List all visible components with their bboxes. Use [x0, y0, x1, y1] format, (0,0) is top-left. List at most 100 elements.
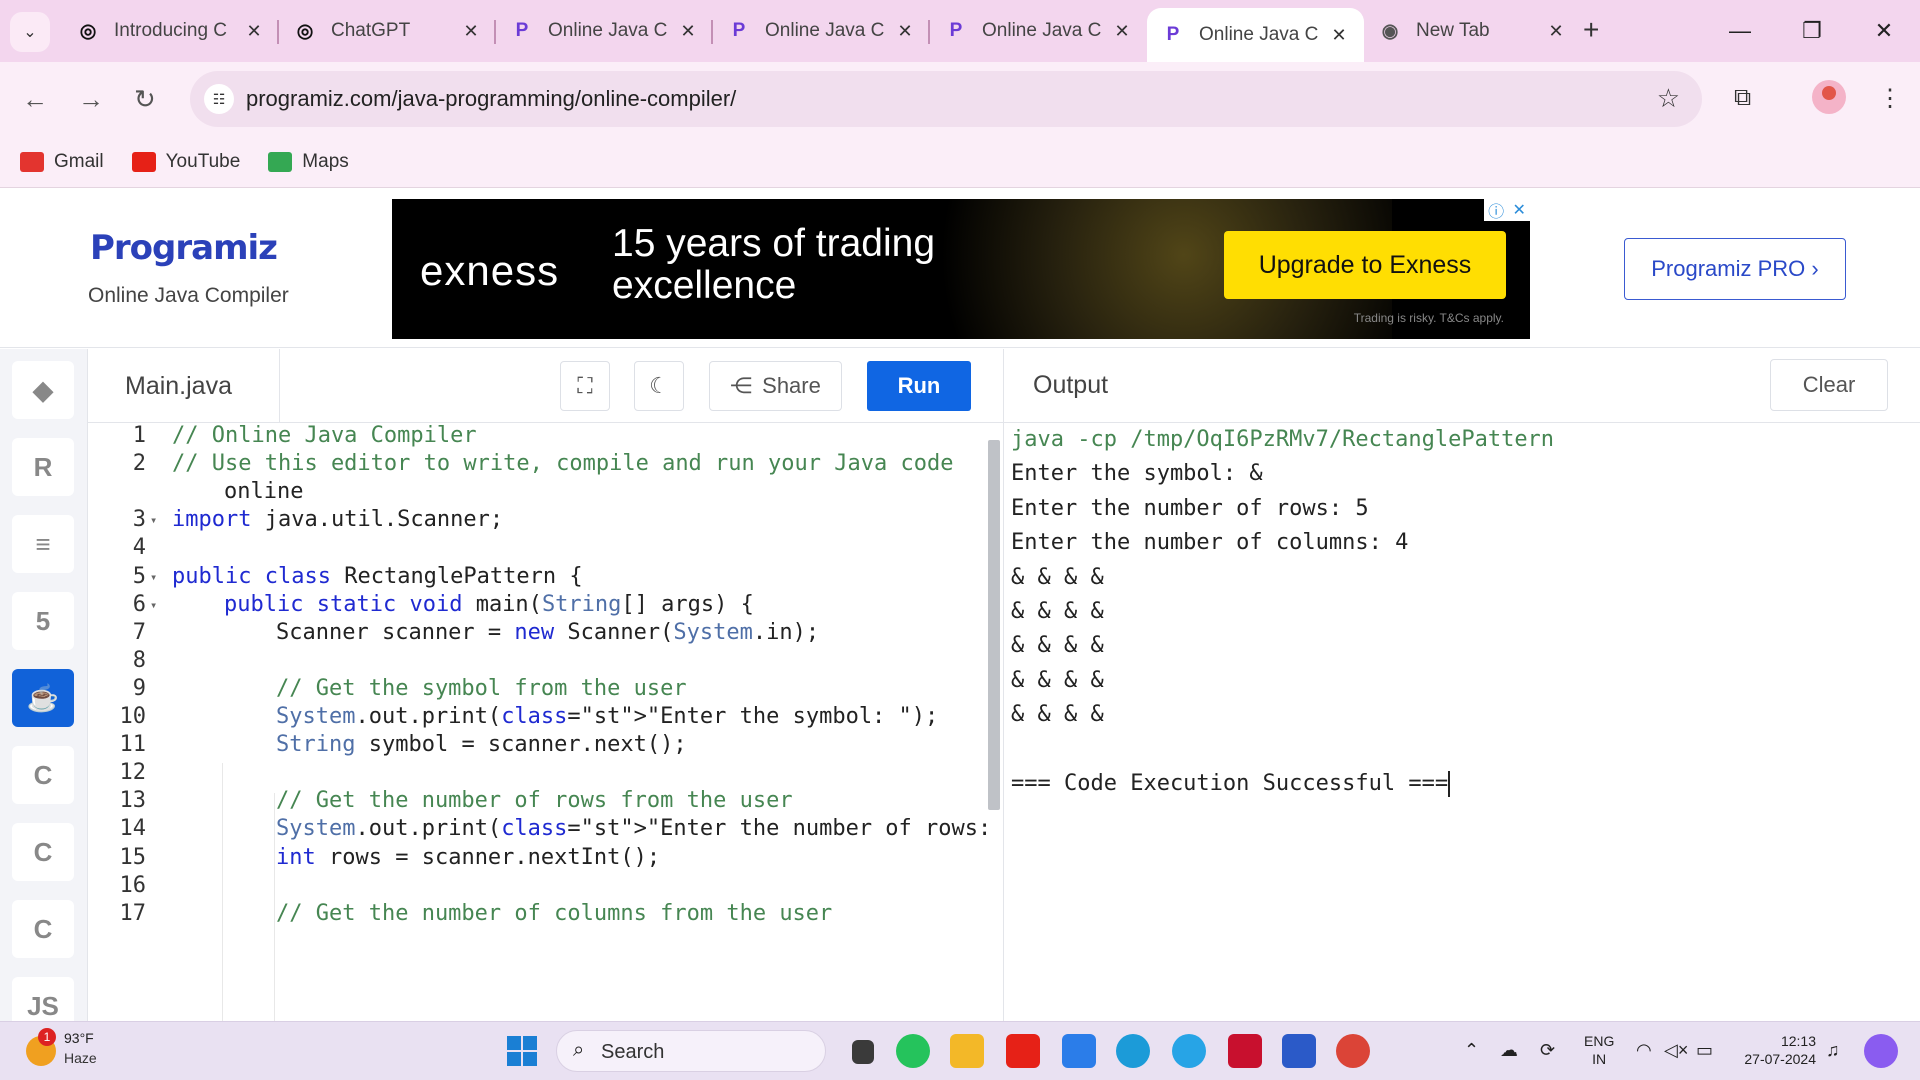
battery-icon[interactable]: ▭ — [1696, 1040, 1713, 1061]
menu-icon[interactable]: ⋮ — [1878, 84, 1902, 113]
sidebar-item-java[interactable]: ☕ — [12, 669, 74, 727]
store-icon[interactable] — [1282, 1034, 1316, 1068]
programiz-pro-button[interactable]: Programiz PRO › — [1624, 238, 1846, 300]
sidebar-item-python[interactable]: ◆ — [12, 361, 74, 419]
youtube-icon — [131, 151, 156, 172]
weather-description[interactable]: Haze — [64, 1050, 97, 1066]
mylio-icon[interactable] — [1062, 1034, 1096, 1068]
minimize-button[interactable]: — — [1704, 0, 1776, 62]
line-number: 10 — [119, 704, 147, 729]
close-icon[interactable]: ✕ — [1111, 21, 1133, 42]
weather-temperature[interactable]: 93°F — [64, 1030, 94, 1046]
output-console[interactable]: java -cp /tmp/OqI6PzRMv7/RectanglePatter… — [1003, 423, 1920, 1021]
new-tab-button[interactable]: + — [1583, 14, 1599, 46]
close-icon[interactable]: ✕ — [1545, 21, 1567, 42]
extensions-icon[interactable]: ⧉ — [1734, 84, 1751, 112]
fold-arrow-icon[interactable]: ▾ — [150, 513, 157, 527]
ad-cta-button[interactable]: Upgrade to Exness — [1224, 231, 1506, 299]
close-icon[interactable]: ✕ — [1328, 25, 1350, 46]
clock-time: 12:13 — [1780, 1033, 1816, 1049]
chrome-app-icon[interactable] — [1336, 1034, 1370, 1068]
code-text: Scanner scanner = new Scanner(System.in)… — [276, 619, 820, 645]
programiz-logo[interactable]: Programiz — [90, 228, 278, 268]
sidebar-item-c[interactable]: C — [12, 746, 74, 804]
whatsapp-icon[interactable] — [896, 1034, 930, 1068]
bookmark-star-icon[interactable]: ☆ — [1657, 83, 1680, 114]
share-label: Share — [762, 373, 821, 398]
tab-4[interactable]: P Online Java C ✕ — [713, 0, 930, 62]
sync-icon[interactable]: ⟳ — [1540, 1040, 1555, 1061]
reload-button[interactable]: ↻ — [134, 84, 156, 115]
fullscreen-button[interactable]: ⛶ — [560, 361, 610, 411]
youtube-app-icon[interactable] — [1006, 1034, 1040, 1068]
tab-title: Introducing C — [114, 20, 228, 41]
run-button[interactable]: Run — [867, 361, 971, 411]
restore-button[interactable]: ❐ — [1776, 0, 1848, 62]
tab-2[interactable]: ◎ ChatGPT ✕ — [279, 0, 496, 62]
tab-search-button[interactable]: ⌄ — [10, 12, 50, 52]
task-view-icon[interactable] — [852, 1040, 874, 1064]
sidebar-item-r[interactable]: R — [12, 438, 74, 496]
ad-banner[interactable]: exness 15 years of trading excellence Up… — [392, 199, 1530, 339]
code-line[interactable]: 17 // Get the number of columns from the … — [88, 901, 988, 935]
tab-title: Online Java C — [548, 20, 668, 41]
clear-button[interactable]: Clear — [1770, 359, 1888, 411]
site-info-icon[interactable]: ☷ — [204, 84, 234, 114]
volume-icon[interactable]: ◁× — [1664, 1040, 1688, 1061]
bookmark-label: Maps — [302, 150, 349, 172]
sidebar-item-cpp[interactable]: C — [12, 823, 74, 881]
code-editor[interactable]: 1 // Online Java Compiler 2 // Use this edi… — [88, 423, 1003, 1021]
start-button[interactable] — [507, 1036, 537, 1066]
clock[interactable]: 12:13 27-07-2024 — [1736, 1032, 1816, 1068]
sidebar-item-html[interactable]: 5 — [12, 592, 74, 650]
output-text: & & & & — [1011, 599, 1104, 624]
file-tab-main-java[interactable]: Main.java — [88, 349, 280, 423]
tab-7[interactable]: ◉ New Tab ✕ — [1364, 0, 1581, 62]
close-icon[interactable]: ✕ — [677, 21, 699, 42]
profile-avatar[interactable] — [1812, 80, 1846, 114]
ad-info-icon[interactable]: ⓘ — [1488, 199, 1504, 222]
dark-mode-button[interactable]: ☾ — [634, 361, 684, 411]
line-number: 1 — [132, 423, 146, 448]
close-icon[interactable]: ✕ — [894, 21, 916, 42]
notification-icon[interactable]: ♫ — [1826, 1040, 1840, 1061]
editor-scrollbar[interactable] — [988, 440, 1000, 810]
tab-5[interactable]: P Online Java C ✕ — [930, 0, 1147, 62]
fold-arrow-icon[interactable]: ▾ — [150, 570, 157, 584]
fold-arrow-icon[interactable]: ▾ — [150, 598, 157, 612]
onedrive-icon[interactable]: ☁ — [1500, 1040, 1518, 1061]
code-text: System.out.print(class="st">"Enter the n… — [276, 816, 1003, 842]
ad-close-icon[interactable]: ✕ — [1512, 200, 1525, 220]
close-icon[interactable]: ✕ — [460, 21, 482, 42]
language-indicator[interactable]: ENG IN — [1584, 1032, 1614, 1068]
file-explorer-icon[interactable] — [950, 1034, 984, 1068]
tab-title: Online Java C — [765, 20, 885, 41]
tab-1[interactable]: ◎ Introducing C ✕ — [62, 0, 279, 62]
address-bar[interactable]: ☷ programiz.com/java-programming/online-… — [190, 71, 1702, 127]
tab-strip: ⌄ ◎ Introducing C ✕ ◎ ChatGPT ✕ P Online Java C… — [0, 0, 1920, 62]
output-line: Enter the number of rows: 5 — [1011, 496, 1369, 521]
sidebar-item-sql[interactable]: ≡ — [12, 515, 74, 573]
photos-icon[interactable] — [1172, 1034, 1206, 1068]
close-icon[interactable]: ✕ — [243, 21, 265, 42]
bookmark-maps[interactable]: Maps — [268, 150, 349, 173]
tray-overflow-icon[interactable]: ⌃ — [1464, 1040, 1479, 1061]
taskbar-search[interactable]: ⌕ Search — [556, 1030, 826, 1072]
wifi-icon[interactable]: ◠ — [1636, 1040, 1652, 1061]
sidebar-item-csharp[interactable]: C — [12, 900, 74, 958]
ad-close-controls[interactable]: ⓘ ✕ — [1484, 199, 1530, 221]
bookmark-youtube[interactable]: YouTube — [131, 151, 240, 173]
copilot-icon[interactable] — [1864, 1034, 1898, 1068]
line-number: 15 — [119, 844, 147, 870]
back-button[interactable]: ← — [22, 84, 48, 115]
mcafee-icon[interactable] — [1228, 1034, 1262, 1068]
bookmark-gmail[interactable]: Gmail — [20, 151, 104, 173]
edge-icon[interactable] — [1116, 1034, 1150, 1068]
forward-button[interactable]: → — [78, 84, 104, 115]
tab-3[interactable]: P Online Java C ✕ — [496, 0, 713, 62]
share-button[interactable]: ⋲ Share — [709, 361, 842, 411]
close-window-button[interactable]: ✕ — [1848, 0, 1920, 62]
tab-6[interactable]: P Online Java C ✕ — [1147, 8, 1364, 62]
url-text[interactable]: programiz.com/java-programming/online-co… — [246, 86, 736, 112]
tab-title: New Tab — [1416, 20, 1490, 41]
